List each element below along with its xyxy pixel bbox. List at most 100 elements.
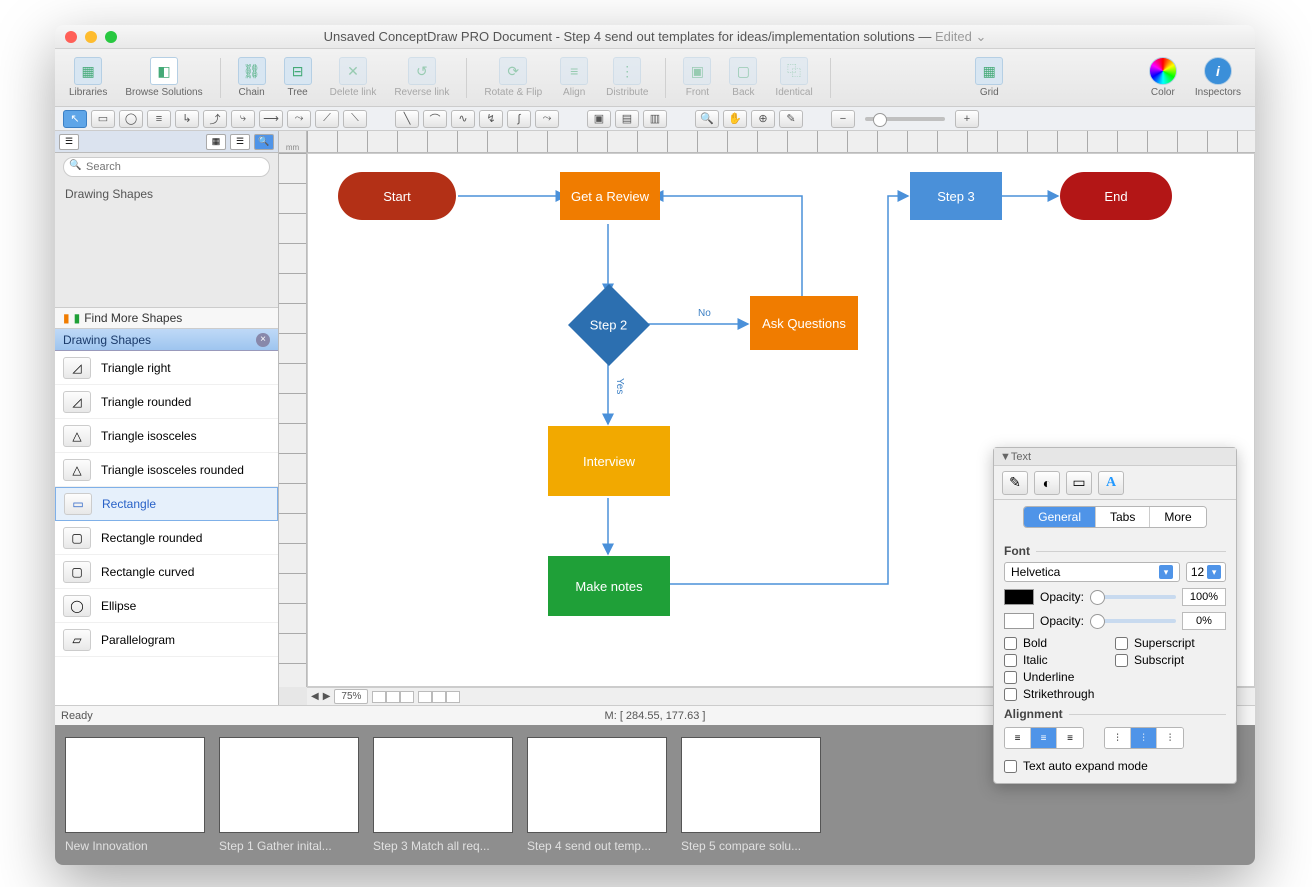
opacity-value-1[interactable]: 100%	[1182, 588, 1226, 606]
arc-tool[interactable]: ⌒	[423, 110, 447, 128]
view-segments-2[interactable]	[418, 691, 460, 703]
group-tool-1[interactable]: ▣	[587, 110, 611, 128]
superscript-checkbox[interactable]: Superscript	[1115, 636, 1226, 650]
bg-color-swatch[interactable]	[1004, 613, 1034, 629]
shape-item-parallelogram[interactable]: ▱Parallelogram	[55, 623, 278, 657]
close-category-icon[interactable]: ×	[256, 333, 270, 347]
maximize-window-button[interactable]	[105, 31, 117, 43]
auto-expand-checkbox[interactable]: Text auto expand mode	[1004, 759, 1226, 773]
panel-view-1[interactable]: ☰	[59, 134, 79, 150]
shape-item-rectangle-rounded[interactable]: ▢Rectangle rounded	[55, 521, 278, 555]
shapes-category-header[interactable]: Drawing Shapes×	[55, 329, 278, 351]
bezier-tool[interactable]: ⤳	[535, 110, 559, 128]
inspector-tab-text-icon[interactable]: A	[1098, 471, 1124, 495]
shape-item-triangle-isosceles-rounded[interactable]: △Triangle isosceles rounded	[55, 453, 278, 487]
zoom-tool[interactable]: 🔍	[695, 110, 719, 128]
spline-tool[interactable]: ∫	[507, 110, 531, 128]
connector-tool-6[interactable]: ⟋	[315, 110, 339, 128]
shape-item-triangle-right[interactable]: ◿Triangle right	[55, 351, 278, 385]
inspector-tab-line-icon[interactable]: ▭	[1066, 471, 1092, 495]
grid-button[interactable]: ▦Grid	[971, 55, 1007, 100]
node-notes[interactable]: Make notes	[548, 556, 670, 616]
node-step2[interactable]: Step 2	[568, 284, 650, 366]
page-thumb[interactable]: Step 4 send out temp...	[527, 737, 667, 853]
ellipse-tool[interactable]: ◯	[119, 110, 143, 128]
libraries-button[interactable]: ▦Libraries	[65, 55, 111, 100]
identical-button[interactable]: ⿻Identical	[771, 55, 816, 100]
opacity-value-2[interactable]: 0%	[1182, 612, 1226, 630]
shape-item-ellipse[interactable]: ◯Ellipse	[55, 589, 278, 623]
panel-search-toggle[interactable]: 🔍	[254, 134, 274, 150]
panel-view-grid[interactable]: ▦	[206, 134, 226, 150]
back-button[interactable]: ▢Back	[725, 55, 761, 100]
color-button[interactable]: Color	[1145, 55, 1181, 100]
opacity-slider-2[interactable]	[1090, 619, 1176, 623]
node-end[interactable]: End	[1060, 172, 1172, 220]
delete-link-button[interactable]: ✕Delete link	[326, 55, 381, 100]
tree-button[interactable]: ⊟Tree	[280, 55, 316, 100]
page-thumb[interactable]: Step 1 Gather inital...	[219, 737, 359, 853]
find-more-shapes[interactable]: ▮▮ Find More Shapes	[55, 307, 278, 329]
text-color-swatch[interactable]	[1004, 589, 1034, 605]
bold-checkbox[interactable]: Bold	[1004, 636, 1115, 650]
zoom-value[interactable]: 75%	[334, 689, 368, 704]
connector-tool-3[interactable]: ⤷	[231, 110, 255, 128]
minimize-window-button[interactable]	[85, 31, 97, 43]
line-tool[interactable]: ╲	[395, 110, 419, 128]
underline-checkbox[interactable]: Underline	[1004, 670, 1115, 684]
shape-item-rectangle[interactable]: ▭Rectangle	[55, 487, 278, 521]
browse-solutions-button[interactable]: ◧Browse Solutions	[121, 55, 206, 100]
inspector-tab-shadow-icon[interactable]: ◐	[1034, 471, 1060, 495]
connector-tool-2[interactable]: ⤴	[203, 110, 227, 128]
inspectors-button[interactable]: iInspectors	[1191, 55, 1245, 100]
italic-checkbox[interactable]: Italic	[1004, 653, 1115, 667]
font-family-select[interactable]: Helvetica▾	[1004, 562, 1180, 582]
rect-tool[interactable]: ▭	[91, 110, 115, 128]
view-segments[interactable]	[372, 691, 414, 703]
distribute-button[interactable]: ⋮Distribute	[602, 55, 652, 100]
inspector-tab-fill-icon[interactable]: ✎	[1002, 471, 1028, 495]
curve-tool[interactable]: ∿	[451, 110, 475, 128]
close-window-button[interactable]	[65, 31, 77, 43]
align-button[interactable]: ≡Align	[556, 55, 592, 100]
connector-tool-1[interactable]: ↳	[175, 110, 199, 128]
text-tool[interactable]: ≡	[147, 110, 171, 128]
zoom-slider[interactable]	[865, 117, 945, 121]
shape-item-rectangle-curved[interactable]: ▢Rectangle curved	[55, 555, 278, 589]
page-thumb[interactable]: New Innovation	[65, 737, 205, 853]
eyedrop-tool[interactable]: ✎	[779, 110, 803, 128]
node-start[interactable]: Start	[338, 172, 456, 220]
strikethrough-checkbox[interactable]: Strikethrough	[1004, 687, 1115, 701]
zoom-out-button[interactable]: −	[831, 110, 855, 128]
node-review[interactable]: Get a Review	[560, 172, 660, 220]
shape-item-triangle-isosceles[interactable]: △Triangle isosceles	[55, 419, 278, 453]
reverse-link-button[interactable]: ↺Reverse link	[390, 55, 453, 100]
text-inspector[interactable]: ▼Text ✎ ◐ ▭ A General Tabs More Font Hel…	[993, 447, 1237, 784]
opacity-slider-1[interactable]: .op-slider:nth-of-type(1)::after{left:ca…	[1090, 595, 1176, 599]
inspector-subtabs[interactable]: General Tabs More	[1023, 506, 1206, 528]
pan-tool[interactable]: ✋	[723, 110, 747, 128]
group-tool-2[interactable]: ▤	[615, 110, 639, 128]
zoom-in-button[interactable]: +	[955, 110, 979, 128]
font-size-input[interactable]: 12▾	[1186, 562, 1226, 582]
subscript-checkbox[interactable]: Subscript	[1115, 653, 1226, 667]
node-ask[interactable]: Ask Questions	[750, 296, 858, 350]
page-thumb[interactable]: Step 3 Match all req...	[373, 737, 513, 853]
connector-tool-5[interactable]: ⤳	[287, 110, 311, 128]
shape-item-triangle-rounded[interactable]: ◿Triangle rounded	[55, 385, 278, 419]
stamp-tool[interactable]: ⊕	[751, 110, 775, 128]
node-interview[interactable]: Interview	[548, 426, 670, 496]
pointer-tool[interactable]: ↖	[63, 110, 87, 128]
nav-prev-icon[interactable]: ◀	[311, 691, 319, 702]
chain-button[interactable]: ⛓Chain	[234, 55, 270, 100]
panel-view-list[interactable]: ☰	[230, 134, 250, 150]
node-step3[interactable]: Step 3	[910, 172, 1002, 220]
page-thumb[interactable]: Step 5 compare solu...	[681, 737, 821, 853]
shapes-search-input[interactable]	[63, 157, 270, 177]
front-button[interactable]: ▣Front	[679, 55, 715, 100]
v-align-segment[interactable]: ⫶⫶⫶	[1104, 727, 1184, 749]
inspector-title[interactable]: ▼Text	[994, 448, 1236, 466]
group-tool-3[interactable]: ▥	[643, 110, 667, 128]
connector-tool-7[interactable]: ⟍	[343, 110, 367, 128]
rotate-flip-button[interactable]: ⟳Rotate & Flip	[480, 55, 546, 100]
